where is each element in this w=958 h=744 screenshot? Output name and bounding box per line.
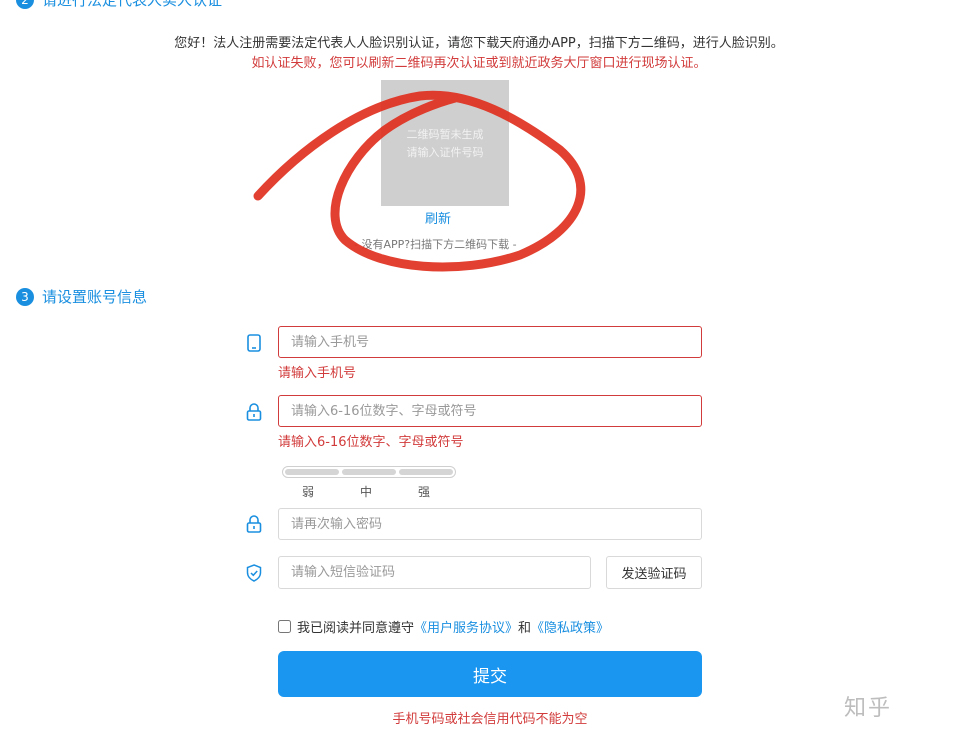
step-3-header: 3 请设置账号信息 [16,286,147,307]
qr-code-placeholder: 二维码暂未生成 请输入证件号码 [381,80,509,206]
strength-segment-medium [342,469,396,475]
password-error: 请输入6-16位数字、字母或符号 [278,435,464,450]
step-2-title: 请进行法定代表人实人认证 [42,0,223,9]
step-3-title: 请设置账号信息 [42,288,148,306]
zhihu-watermark: 知乎 [844,696,893,721]
submit-error: 手机号码或社会信用代码不能为空 [392,712,588,727]
strength-segment-weak [285,469,339,475]
agreement-checkbox[interactable] [278,620,291,633]
lock-icon [246,515,262,533]
strength-segment-strong [399,469,453,475]
agreement-prefix: 我已阅读并同意遵守 [297,621,415,636]
qr-status-line1: 二维码暂未生成 [406,128,484,141]
step-2-header: 2 请进行法定代表人实人认证 [16,0,222,10]
service-agreement-link[interactable]: 《用户服务协议》 [414,617,518,636]
agreement-row: 我已阅读并同意遵守 《用户服务协议》 和 《隐私政策》 [278,617,609,636]
phone-error: 请输入手机号 [278,366,357,381]
step-2-number: 2 [16,0,34,9]
shield-check-icon [246,564,262,582]
face-auth-notice: 您好！法人注册需要法定代表人人脸识别认证，请您下载天府通办APP，扫描下方二维码… [174,36,784,51]
submit-button[interactable]: 提交 [278,651,702,697]
privacy-policy-link[interactable]: 《隐私政策》 [531,617,609,636]
phone-icon [247,334,261,352]
confirm-password-input[interactable] [278,508,702,540]
no-app-download-hint: - 没有APP?扫描下方二维码下载 - [354,238,517,251]
password-strength-meter [282,466,456,478]
refresh-qr-link[interactable]: 刷新 [425,208,451,227]
agreement-and: 和 [518,621,532,636]
qr-status-line2: 请输入证件号码 [406,146,484,159]
lock-icon [246,403,262,421]
password-input[interactable] [278,395,702,427]
step-3-number: 3 [16,287,34,306]
strength-label-weak: 弱 [302,485,315,499]
sms-code-input[interactable] [278,556,591,589]
send-code-button[interactable]: 发送验证码 [606,556,702,589]
face-auth-failure-notice: 如认证失败，您可以刷新二维码再次认证或到就近政务大厅窗口进行现场认证。 [251,56,707,71]
strength-label-strong: 强 [418,485,431,499]
strength-label-medium: 中 [360,485,373,499]
phone-input[interactable] [278,326,702,358]
